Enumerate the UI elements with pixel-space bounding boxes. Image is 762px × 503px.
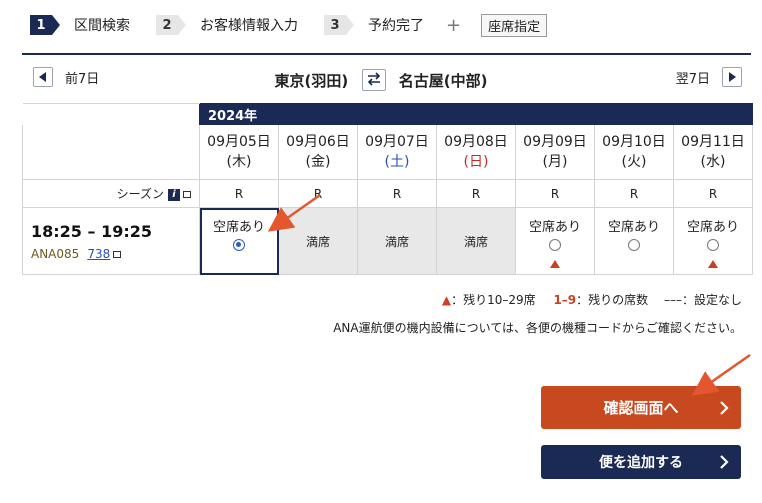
confirm-button[interactable]: 確認画面へ	[541, 386, 741, 429]
date-row-label	[22, 124, 200, 180]
date-cell: 09月08日 (日)	[436, 124, 516, 180]
add-flight-button[interactable]: 便を追加する	[541, 445, 741, 479]
step-3-number: 3	[324, 15, 354, 35]
aircraft-code-link[interactable]: 738	[87, 247, 110, 261]
triangle-legend-icon: ▲	[441, 293, 452, 307]
flight-info: 18:25 – 19:25 ANA085 738	[22, 207, 200, 275]
corner-empty	[22, 103, 200, 125]
legend: ▲：残り10–29席 1–9：残りの席数 –––：設定なし	[441, 293, 742, 307]
season-label: シーズン i	[22, 179, 200, 208]
few-seats-triangle-icon	[550, 260, 560, 268]
year-bar: 2024年	[199, 103, 753, 125]
origin-airport: 東京(羽田)	[274, 72, 349, 90]
few-seats-triangle-icon	[708, 260, 718, 268]
progress-steps: 1 区間検索 2 お客様情報入力 3 予約完了 + 座席指定	[30, 12, 548, 38]
seat-option[interactable]: 空席あり	[594, 207, 674, 275]
date-cell: 09月11日 (水)	[673, 124, 753, 180]
season-cell: R	[515, 179, 595, 208]
swap-icon[interactable]	[361, 68, 386, 91]
season-cell: R	[594, 179, 674, 208]
next-7-days[interactable]: 翌7日	[676, 67, 742, 87]
radio[interactable]	[549, 239, 561, 251]
radio[interactable]	[628, 239, 640, 251]
chevron-right-icon	[720, 400, 729, 415]
seat-option[interactable]: 空席あり	[515, 207, 595, 275]
seat-option-full: 満席	[278, 207, 358, 275]
date-cell: 09月06日 (金)	[278, 124, 358, 180]
season-row: シーズン i R R R R R R R	[22, 179, 753, 208]
date-row: 09月05日 (木) 09月06日 (金) 09月07日 (土) 09月08日 (日) …	[22, 124, 753, 180]
step-2-label: お客様情報入力	[200, 18, 298, 34]
window-icon	[183, 191, 191, 198]
flight-time: 18:25 – 19:25	[31, 221, 152, 241]
date-cell: 09月09日 (月)	[515, 124, 595, 180]
date-cell: 09月07日 (土)	[357, 124, 437, 180]
seat-select-step: 座席指定	[481, 13, 548, 37]
flight-row: 18:25 – 19:25 ANA085 738 空席あり 満席 満席 満席 空席…	[22, 207, 753, 275]
fare-calendar: 2024年 09月05日 (木) 09月06日 (金) 09月07日 (土) 09月0…	[22, 103, 753, 275]
plus-icon: +	[446, 14, 462, 36]
info-icon[interactable]: i	[168, 188, 180, 201]
season-cell: R	[199, 179, 279, 208]
radio[interactable]	[707, 239, 719, 251]
equipment-note: ANA運航便の機内設備については、各便の機種コードからご確認ください。	[333, 321, 742, 335]
step-1-number: 1	[30, 15, 60, 35]
chevron-right-icon[interactable]	[722, 67, 742, 87]
step-2-number: 2	[156, 15, 186, 35]
seat-option-selected[interactable]: 空席あり	[199, 207, 279, 275]
step-1-label: 区間検索	[74, 18, 130, 34]
destination-airport: 名古屋(中部)	[398, 72, 488, 90]
window-icon	[113, 250, 122, 258]
season-cell: R	[436, 179, 516, 208]
step-3-label: 予約完了	[368, 18, 424, 34]
chevron-right-icon	[720, 455, 729, 469]
date-cell: 09月05日 (木)	[199, 124, 279, 180]
date-cell: 09月10日 (火)	[594, 124, 674, 180]
divider	[22, 53, 751, 55]
season-cell: R	[673, 179, 753, 208]
radio-selected[interactable]	[233, 239, 245, 251]
seat-option-full: 満席	[436, 207, 516, 275]
season-cell: R	[278, 179, 358, 208]
next-7-days-label[interactable]: 翌7日	[676, 68, 710, 87]
seat-option-full: 満席	[357, 207, 437, 275]
seat-option[interactable]: 空席あり	[673, 207, 753, 275]
season-cell: R	[357, 179, 437, 208]
flight-number: ANA085	[31, 246, 80, 261]
route: 東京(羽田) 名古屋(中部)	[0, 68, 762, 93]
